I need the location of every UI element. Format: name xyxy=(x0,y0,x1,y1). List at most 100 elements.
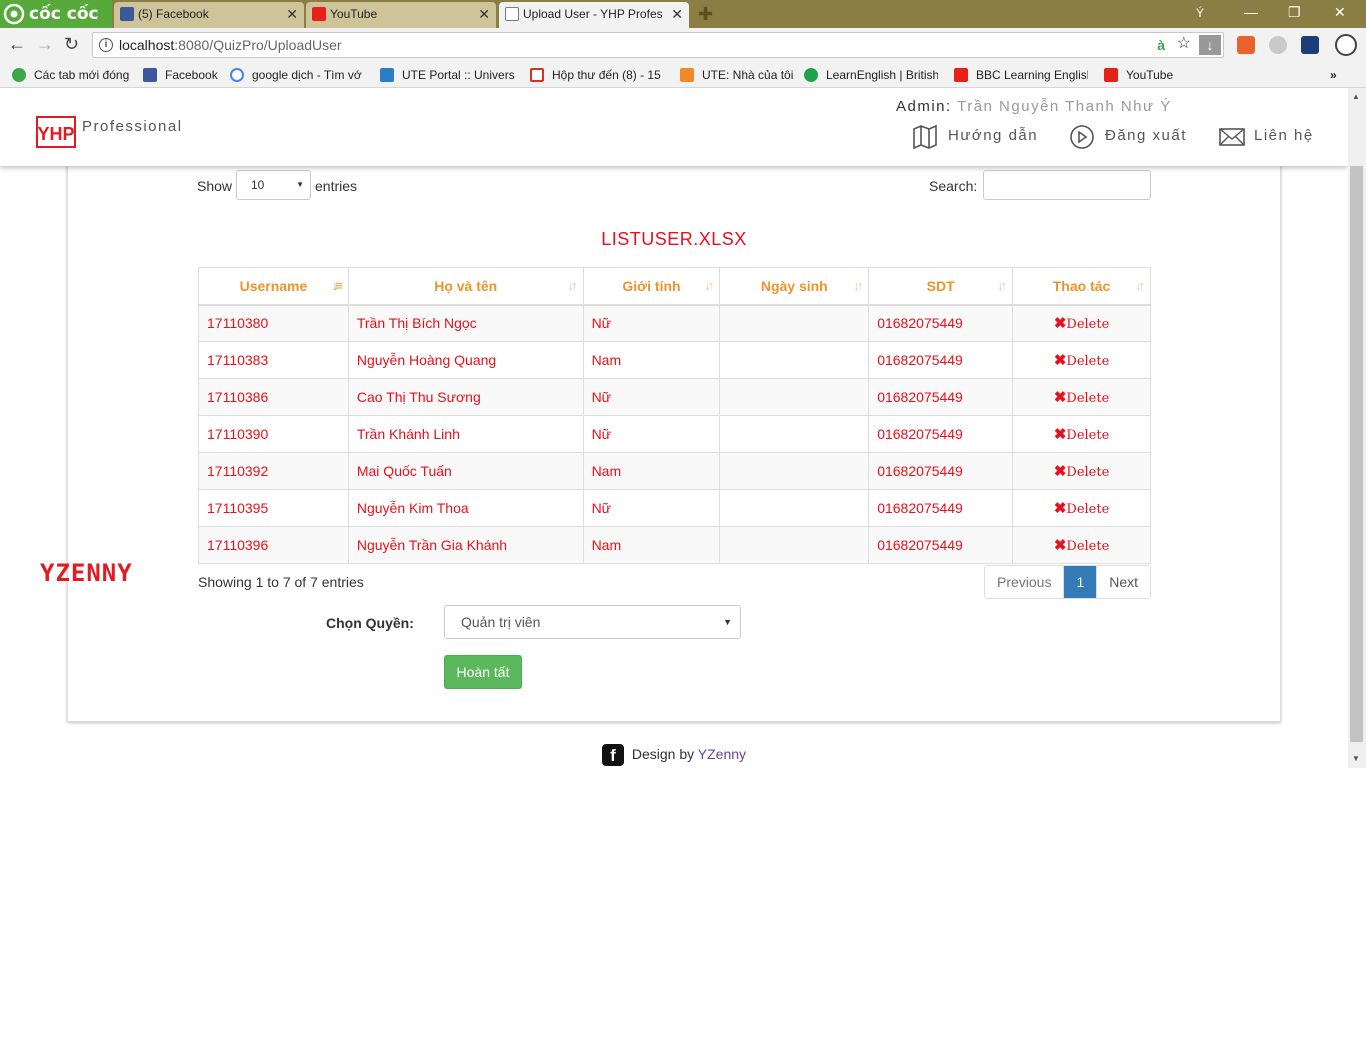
sort-asc-icon: ↓≡ xyxy=(331,278,343,293)
role-select[interactable]: Quản trị viên ▼ xyxy=(444,605,741,639)
nav-logout[interactable]: Đăng xuất xyxy=(1069,125,1187,149)
extension-j-icon[interactable] xyxy=(1301,36,1319,54)
scroll-up-icon[interactable]: ▲ xyxy=(1352,92,1360,101)
nav-label: Hướng dẫn xyxy=(948,127,1039,144)
delete-label: Delete xyxy=(1066,354,1110,369)
logout-icon xyxy=(1070,125,1094,149)
footer-brand-link[interactable]: YZenny xyxy=(698,746,746,762)
yhp-icon xyxy=(505,7,519,21)
profile-name[interactable]: Ý xyxy=(1196,6,1204,20)
delete-button[interactable]: ✖Delete xyxy=(1054,500,1109,517)
scroll-down-icon[interactable]: ▼ xyxy=(1352,754,1360,763)
address-bar-row: ← → ↻ i localhost:8080/QuizPro/UploadUse… xyxy=(0,28,1366,62)
gmail-icon xyxy=(530,68,544,82)
extension-office-icon[interactable] xyxy=(1237,36,1255,54)
column-header-actions[interactable]: Thao tác ↓↑ xyxy=(1012,267,1151,306)
column-header-gender[interactable]: Giới tính ↓↑ xyxy=(582,267,721,306)
translate-icon[interactable]: à xyxy=(1157,33,1165,57)
youtube-icon xyxy=(1104,68,1118,82)
new-tab-icon[interactable]: ✚ xyxy=(698,5,713,23)
tab-upload-user[interactable]: Upload User - YHP Profes ✕ xyxy=(499,2,689,28)
cell-username: 17110396 xyxy=(198,526,349,564)
cell-gender: Nữ xyxy=(582,378,721,416)
brand-name[interactable]: Professional xyxy=(82,118,183,135)
page-1-button[interactable]: 1 xyxy=(1064,566,1097,598)
tab-facebook[interactable]: (5) Facebook ✕ xyxy=(114,2,304,28)
reload-icon[interactable]: ↻ xyxy=(64,35,79,53)
bookmark-item[interactable]: YouTube xyxy=(1104,67,1173,83)
minimize-icon[interactable]: — xyxy=(1244,4,1258,20)
sort-icon: ↓↑ xyxy=(1135,278,1145,293)
facebook-icon xyxy=(120,7,134,21)
bookmark-item[interactable]: LearnEnglish | British xyxy=(804,67,938,83)
cell-actions: ✖Delete xyxy=(1012,304,1151,342)
delete-button[interactable]: ✖Delete xyxy=(1054,537,1109,554)
coccoc-logo[interactable]: cốc cốc xyxy=(0,0,112,28)
map-icon xyxy=(913,124,937,150)
delete-icon: ✖ xyxy=(1053,352,1067,369)
download-icon[interactable]: ↓ xyxy=(1199,35,1221,55)
profile-avatar-icon[interactable] xyxy=(1335,34,1357,56)
column-header-fullname[interactable]: Họ và tên ↓↑ xyxy=(347,267,584,306)
nav-guide[interactable]: Hướng dẫn xyxy=(912,124,1039,150)
upload-panel: Show 10 ▼ entries Search: LISTUSER.XLSX … xyxy=(67,158,1281,722)
cell-dob xyxy=(719,415,870,453)
next-page-button[interactable]: Next xyxy=(1096,566,1151,598)
cell-fullname: Cao Thị Thu Sương xyxy=(347,378,584,416)
tab-youtube[interactable]: YouTube ✕ xyxy=(306,2,496,28)
facebook-icon[interactable]: f xyxy=(602,744,624,767)
finish-button[interactable]: Hoàn tất xyxy=(444,655,522,689)
entries-select[interactable]: 10 ▼ xyxy=(236,170,311,200)
column-header-username[interactable]: Username ↓≡ xyxy=(198,267,349,306)
bookmark-item[interactable]: Các tab mới đóng xyxy=(12,67,129,83)
table-row: 17110392 Mai Quốc Tuấn Nam 01682075449 ✖Dele… xyxy=(198,452,1151,490)
column-header-phone[interactable]: SDT ↓↑ xyxy=(868,267,1014,306)
back-icon[interactable]: ← xyxy=(8,35,26,53)
extension-chat-icon[interactable] xyxy=(1269,36,1287,54)
bookmark-item[interactable]: UTE Portal :: Universit xyxy=(380,67,515,83)
restore-icon[interactable]: ❐ xyxy=(1288,4,1301,21)
delete-button[interactable]: ✖Delete xyxy=(1053,426,1110,443)
url-field[interactable]: i localhost:8080/QuizPro/UploadUser à ☆ … xyxy=(92,32,1224,58)
scrollbar-thumb[interactable] xyxy=(1350,166,1363,742)
entries-label: entries xyxy=(315,178,358,194)
close-tab-icon[interactable]: ✕ xyxy=(286,2,298,26)
close-window-icon[interactable]: ✕ xyxy=(1334,4,1346,21)
delete-button[interactable]: ✖Delete xyxy=(1054,315,1109,332)
delete-icon: ✖ xyxy=(1053,426,1067,443)
delete-button[interactable]: ✖Delete xyxy=(1054,389,1109,406)
search-label: Search: xyxy=(929,178,978,194)
bookmark-item[interactable]: google dịch - Tìm vớ xyxy=(230,67,370,83)
forward-icon[interactable]: → xyxy=(36,35,54,53)
previous-page-button[interactable]: Previous xyxy=(985,566,1065,598)
ute-portal-icon xyxy=(380,68,394,82)
bookmark-star-icon[interactable]: ☆ xyxy=(1177,32,1191,56)
close-tab-icon[interactable]: ✕ xyxy=(478,2,490,26)
site-info-icon[interactable]: i xyxy=(99,38,113,52)
bookmark-item[interactable]: Hộp thư đến (8) - 15 xyxy=(530,67,664,83)
delete-button[interactable]: ✖Delete xyxy=(1053,352,1110,369)
role-label: Chọn Quyền: xyxy=(326,615,414,631)
delete-label: Delete xyxy=(1066,428,1110,443)
bookmark-item[interactable]: BBC Learning English xyxy=(954,67,1088,83)
cell-actions: ✖Delete xyxy=(1012,341,1151,379)
delete-button[interactable]: ✖Delete xyxy=(1054,463,1109,480)
bookmark-item[interactable]: Facebook xyxy=(143,67,218,83)
url-path: :8080/QuizPro/UploadUser xyxy=(174,37,342,53)
nav-contact[interactable]: Liên hệ xyxy=(1218,126,1314,146)
cell-fullname: Trần Khánh Linh xyxy=(347,415,584,453)
url-host: localhost xyxy=(119,37,175,53)
yhp-logo[interactable]: YHP xyxy=(36,114,78,148)
cell-gender: Nữ xyxy=(582,489,721,527)
page-scrollbar[interactable]: ▲ ▼ xyxy=(1348,88,1366,768)
table-row: 17110380 Trần Thị Bích Ngọc Nữ 01682075449 ✖… xyxy=(198,304,1151,342)
cell-username: 17110383 xyxy=(198,341,349,379)
more-bookmarks-icon[interactable]: » xyxy=(1330,67,1337,83)
cell-dob xyxy=(719,489,870,527)
column-header-dob[interactable]: Ngày sinh ↓↑ xyxy=(719,267,870,306)
close-tab-icon[interactable]: ✕ xyxy=(671,2,683,26)
table-row: 17110395 Nguyễn Kim Thoa Nữ 01682075449 ✖Del… xyxy=(198,489,1151,527)
cell-dob xyxy=(719,526,870,564)
search-input[interactable] xyxy=(983,170,1151,200)
bookmark-item[interactable]: UTE: Nhà của tôi xyxy=(680,67,793,83)
